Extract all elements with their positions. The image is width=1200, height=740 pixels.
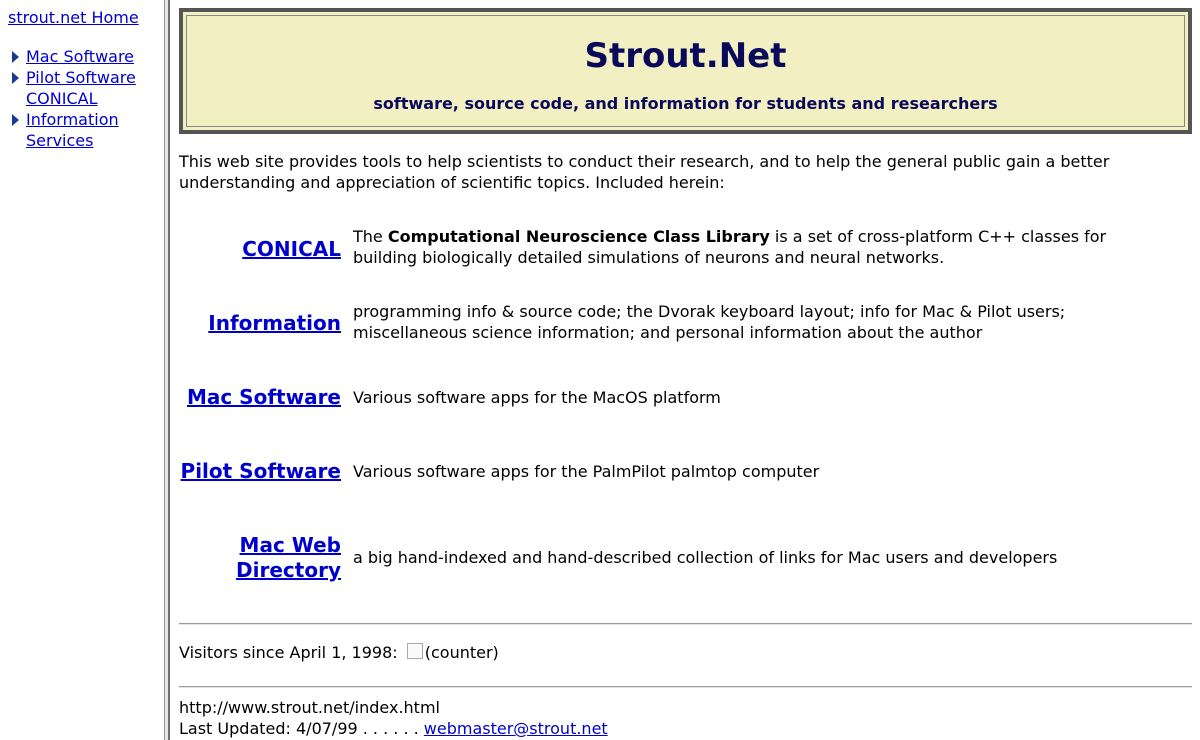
sidebar-link-pilot-software[interactable]: Pilot Software	[26, 68, 136, 87]
triangle-bullet-icon	[12, 51, 19, 63]
sidebar-nav: Mac Software Pilot Software CONICAL Info…	[8, 46, 158, 151]
entry-link-conical[interactable]: CONICAL	[242, 237, 341, 262]
main-frame: Strout.Net software, source code, and in…	[179, 0, 1192, 740]
entry-desc-information: programming info & source code; the Dvor…	[353, 302, 1066, 342]
page-tagline: software, source code, and information f…	[373, 94, 998, 113]
intro-paragraph: This web site provides tools to help sci…	[179, 152, 1110, 192]
sidebar-frame: strout.net Home Mac Software Pilot Softw…	[0, 0, 164, 740]
last-updated-text: Last Updated: 4/07/99 . . . . . .	[179, 719, 424, 738]
entry-link-information[interactable]: Information	[208, 311, 341, 336]
entry-link-pilot-software[interactable]: Pilot Software	[181, 459, 341, 484]
entry-desc-mac-software: Various software apps for the MacOS plat…	[353, 388, 721, 407]
entry-desc-conical: The Computational Neuroscience Class Lib…	[353, 227, 1107, 267]
sidebar-item-conical: CONICAL	[8, 88, 158, 109]
broken-image-icon	[406, 643, 423, 659]
footer-updated-line: Last Updated: 4/07/99 . . . . . . webmas…	[179, 718, 608, 739]
entry-link-mac-web-directory[interactable]: Mac Web Directory	[231, 533, 341, 583]
page-footer: http://www.strout.net/index.html Last Up…	[179, 697, 608, 739]
counter-image-alt: (counter)	[424, 643, 499, 662]
sidebar-link-conical[interactable]: CONICAL	[26, 89, 97, 108]
entry-link-mac-software[interactable]: Mac Software	[187, 385, 341, 410]
divider-rule	[179, 623, 1192, 625]
visitor-counter-line: Visitors since April 1, 1998: (counter)	[179, 643, 499, 662]
webmaster-email-link[interactable]: webmaster@strout.net	[424, 719, 608, 738]
visitors-label: Visitors since April 1, 1998:	[179, 643, 403, 662]
entry-desc-mac-web-directory: a big hand-indexed and hand-described co…	[353, 548, 1058, 567]
page-title: Strout.Net	[584, 36, 787, 76]
header-banner: Strout.Net software, source code, and in…	[179, 8, 1192, 134]
entry-desc-pilot-software: Various software apps for the PalmPilot …	[353, 462, 820, 481]
sidebar-item-information-services: Information Services	[8, 109, 158, 151]
triangle-bullet-icon	[12, 114, 19, 126]
sidebar-link-information-services[interactable]: Information Services	[26, 110, 119, 150]
triangle-bullet-icon	[12, 72, 19, 84]
entry-desc-bold: Computational Neuroscience Class Library	[387, 227, 770, 246]
sidebar-link-mac-software[interactable]: Mac Software	[26, 47, 134, 66]
footer-url: http://www.strout.net/index.html	[179, 698, 440, 717]
divider-rule	[179, 686, 1192, 688]
frame-divider[interactable]	[164, 0, 170, 740]
home-link[interactable]: strout.net Home	[8, 8, 139, 27]
sidebar-item-pilot-software: Pilot Software	[8, 67, 158, 88]
sidebar-item-mac-software: Mac Software	[8, 46, 158, 67]
